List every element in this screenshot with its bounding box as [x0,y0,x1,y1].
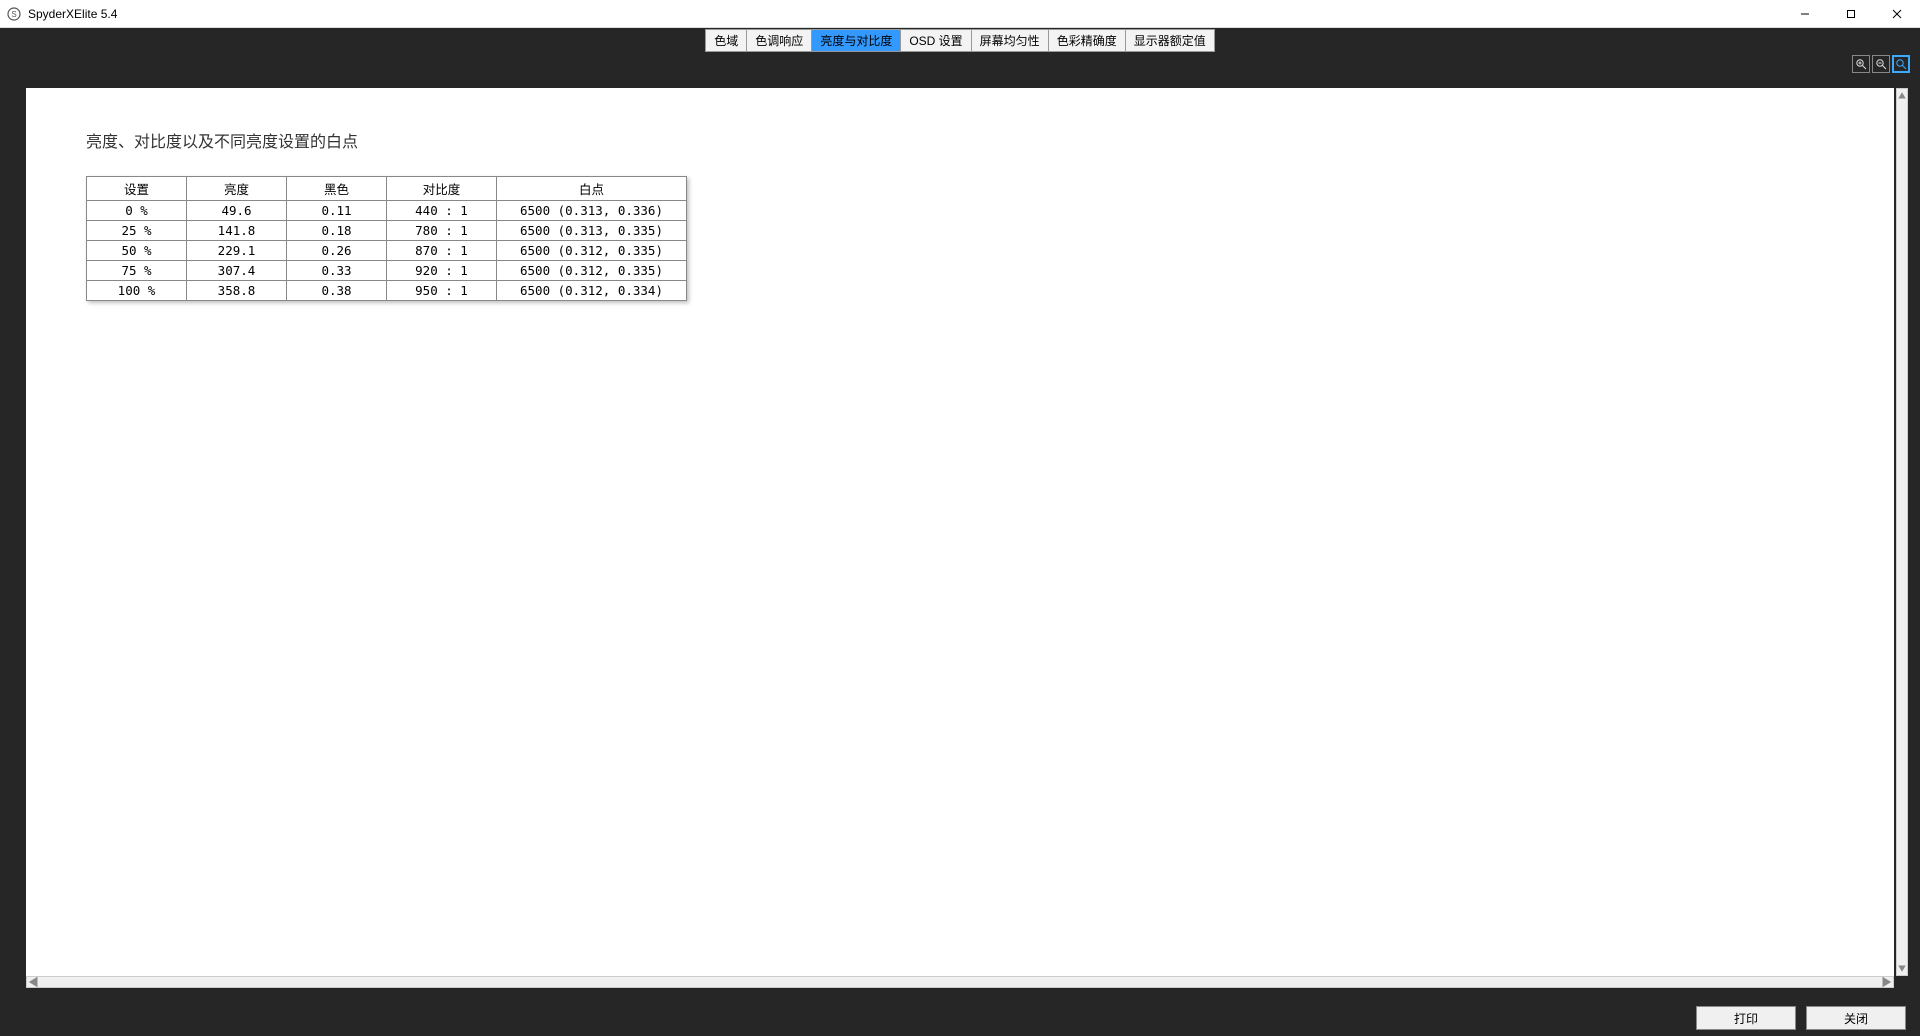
document-canvas: 亮度、对比度以及不同亮度设置的白点 设置 亮度 黑色 对比度 白点 [26,88,1894,976]
cell-setting: 50 % [87,241,187,261]
window-minimize-button[interactable] [1782,0,1828,28]
cell-setting: 25 % [87,221,187,241]
tab-screen-uniformity[interactable]: 屏幕均匀性 [972,30,1049,51]
table-row: 100 % 358.8 0.38 950 : 1 6500 (0.312, 0.… [87,281,687,301]
cell-brightness: 358.8 [187,281,287,301]
cell-contrast: 870 : 1 [387,241,497,261]
footer-bar: 打印 关闭 [0,1000,1920,1036]
window-close-button[interactable] [1874,0,1920,28]
app-outer-frame: 色域 色调响应 亮度与对比度 OSD 设置 屏幕均匀性 色彩精确度 显示器额定值… [0,28,1920,1036]
scroll-right-icon[interactable] [1879,977,1893,987]
table-row: 25 % 141.8 0.18 780 : 1 6500 (0.313, 0.3… [87,221,687,241]
brightness-contrast-table: 设置 亮度 黑色 对比度 白点 0 % 49.6 0.11 440 : 1 [86,176,687,301]
cell-setting: 75 % [87,261,187,281]
col-header-brightness: 亮度 [187,177,287,201]
canvas-wrap: 亮度、对比度以及不同亮度设置的白点 设置 亮度 黑色 对比度 白点 [12,76,1908,988]
window-title: SpyderXElite 5.4 [28,7,117,21]
table-row: 0 % 49.6 0.11 440 : 1 6500 (0.313, 0.336… [87,201,687,221]
tab-color-accuracy[interactable]: 色彩精确度 [1049,30,1126,51]
cell-whitepoint: 6500 (0.312, 0.334) [497,281,687,301]
window-maximize-button[interactable] [1828,0,1874,28]
cell-brightness: 229.1 [187,241,287,261]
tab-osd-settings[interactable]: OSD 设置 [901,30,971,51]
cell-whitepoint: 6500 (0.313, 0.335) [497,221,687,241]
zoom-out-button[interactable] [1872,55,1890,73]
svg-text:S: S [11,10,16,19]
col-header-whitepoint: 白点 [497,177,687,201]
cell-black: 0.33 [287,261,387,281]
col-header-setting: 设置 [87,177,187,201]
print-button[interactable]: 打印 [1696,1006,1796,1030]
cell-contrast: 780 : 1 [387,221,497,241]
close-button[interactable]: 关闭 [1806,1006,1906,1030]
zoom-fit-button[interactable] [1892,55,1910,73]
cell-black: 0.38 [287,281,387,301]
tab-gamut[interactable]: 色域 [706,30,747,51]
cell-contrast: 920 : 1 [387,261,497,281]
vertical-scrollbar[interactable] [1896,88,1908,976]
tabs-row: 色域 色调响应 亮度与对比度 OSD 设置 屏幕均匀性 色彩精确度 显示器额定值 [0,28,1920,52]
window-titlebar: S SpyderXElite 5.4 [0,0,1920,28]
tab-brightness-contrast[interactable]: 亮度与对比度 [812,30,901,51]
app-icon: S [6,6,22,22]
cell-contrast: 440 : 1 [387,201,497,221]
scroll-down-icon[interactable] [1897,961,1907,975]
zoom-in-button[interactable] [1852,55,1870,73]
data-table-container: 设置 亮度 黑色 对比度 白点 0 % 49.6 0.11 440 : 1 [86,176,687,301]
cell-brightness: 141.8 [187,221,287,241]
cell-brightness: 307.4 [187,261,287,281]
tab-monitor-rating[interactable]: 显示器额定值 [1126,30,1214,51]
scroll-up-icon[interactable] [1897,89,1907,103]
table-row: 50 % 229.1 0.26 870 : 1 6500 (0.312, 0.3… [87,241,687,261]
cell-black: 0.26 [287,241,387,261]
cell-black: 0.18 [287,221,387,241]
scroll-left-icon[interactable] [27,977,41,987]
cell-whitepoint: 6500 (0.313, 0.336) [497,201,687,221]
cell-whitepoint: 6500 (0.312, 0.335) [497,261,687,281]
cell-brightness: 49.6 [187,201,287,221]
cell-whitepoint: 6500 (0.312, 0.335) [497,241,687,261]
horizontal-scrollbar[interactable] [26,976,1894,988]
col-header-contrast: 对比度 [387,177,497,201]
cell-setting: 0 % [87,201,187,221]
tabs-container: 色域 色调响应 亮度与对比度 OSD 设置 屏幕均匀性 色彩精确度 显示器额定值 [705,29,1214,52]
zoom-toolbar [0,52,1920,76]
table-header-row: 设置 亮度 黑色 对比度 白点 [87,177,687,201]
cell-contrast: 950 : 1 [387,281,497,301]
tab-tone-response[interactable]: 色调响应 [747,30,812,51]
col-header-black: 黑色 [287,177,387,201]
section-title: 亮度、对比度以及不同亮度设置的白点 [86,128,1834,152]
cell-black: 0.11 [287,201,387,221]
cell-setting: 100 % [87,281,187,301]
table-row: 75 % 307.4 0.33 920 : 1 6500 (0.312, 0.3… [87,261,687,281]
